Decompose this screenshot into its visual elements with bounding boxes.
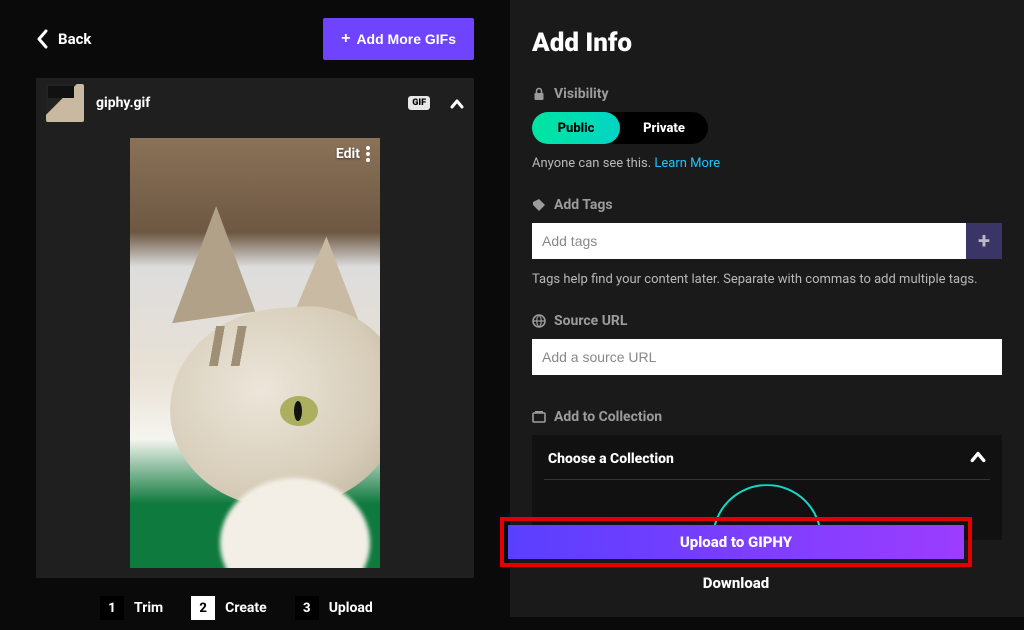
step-create[interactable]: 2 Create xyxy=(191,596,267,620)
more-vertical-icon xyxy=(366,146,370,162)
chevron-up-icon xyxy=(970,449,986,469)
tags-label: Add Tags xyxy=(554,197,613,213)
tags-hint: Tags help find your content later. Separ… xyxy=(532,271,1002,289)
visibility-hint: Anyone can see this. Learn More xyxy=(532,156,1002,171)
step-number: 1 xyxy=(100,596,124,620)
choose-collection-label: Choose a Collection xyxy=(548,451,674,467)
step-upload[interactable]: 3 Upload xyxy=(295,596,373,620)
step-label: Trim xyxy=(134,600,163,616)
lock-icon xyxy=(532,87,546,101)
collection-label: Add to Collection xyxy=(554,409,662,425)
preview-area: Edit xyxy=(36,128,474,578)
step-label: Create xyxy=(225,600,267,616)
chevron-left-icon xyxy=(36,29,48,49)
plus-icon: + xyxy=(341,30,350,48)
step-trim[interactable]: 1 Trim xyxy=(100,596,163,620)
tags-section-label: Add Tags xyxy=(532,197,1002,213)
file-thumbnail xyxy=(46,84,84,122)
upload-to-giphy-button[interactable]: Upload to GIPHY xyxy=(508,525,964,559)
gif-preview: Edit xyxy=(130,138,380,568)
visibility-public-option[interactable]: Public xyxy=(532,112,620,144)
edit-button[interactable]: Edit xyxy=(336,146,370,162)
back-label: Back xyxy=(58,30,91,48)
panel-title: Add Info xyxy=(532,28,1002,58)
gif-badge: GIF xyxy=(408,96,430,110)
collection-section-label: Add to Collection xyxy=(532,409,1002,425)
source-label: Source URL xyxy=(554,313,627,329)
step-number: 2 xyxy=(191,596,215,620)
tags-input[interactable] xyxy=(532,223,966,259)
back-button[interactable]: Back xyxy=(36,29,91,49)
file-row: giphy.gif GIF xyxy=(36,78,474,128)
visibility-section-label: Visibility xyxy=(532,86,1002,102)
source-section-label: Source URL xyxy=(532,313,1002,329)
source-url-input[interactable] xyxy=(532,339,1002,375)
visibility-private-option[interactable]: Private xyxy=(620,112,708,144)
step-number: 3 xyxy=(295,596,319,620)
add-more-label: Add More GIFs xyxy=(356,31,456,47)
step-label: Upload xyxy=(329,600,373,616)
add-tag-button[interactable]: + xyxy=(966,223,1002,259)
left-panel: Back + Add More GIFs giphy.gif GIF Edit xyxy=(0,0,510,617)
file-name: giphy.gif xyxy=(96,95,396,111)
plus-icon: + xyxy=(978,229,990,254)
chevron-up-icon[interactable] xyxy=(450,96,464,110)
step-indicator: 1 Trim 2 Create 3 Upload xyxy=(36,592,474,630)
edit-label: Edit xyxy=(336,146,360,162)
collection-icon xyxy=(532,410,546,424)
choose-collection-toggle[interactable]: Choose a Collection xyxy=(544,435,990,480)
upload-button-highlight: Upload to GIPHY xyxy=(500,517,972,567)
visibility-label: Visibility xyxy=(554,86,609,102)
download-button[interactable]: Download xyxy=(500,574,972,592)
visibility-toggle[interactable]: Public Private xyxy=(532,112,708,144)
top-bar: Back + Add More GIFs xyxy=(36,18,474,60)
tag-icon xyxy=(532,198,546,212)
learn-more-link[interactable]: Learn More xyxy=(654,156,720,171)
add-more-gifs-button[interactable]: + Add More GIFs xyxy=(323,18,474,60)
globe-icon xyxy=(532,314,546,328)
